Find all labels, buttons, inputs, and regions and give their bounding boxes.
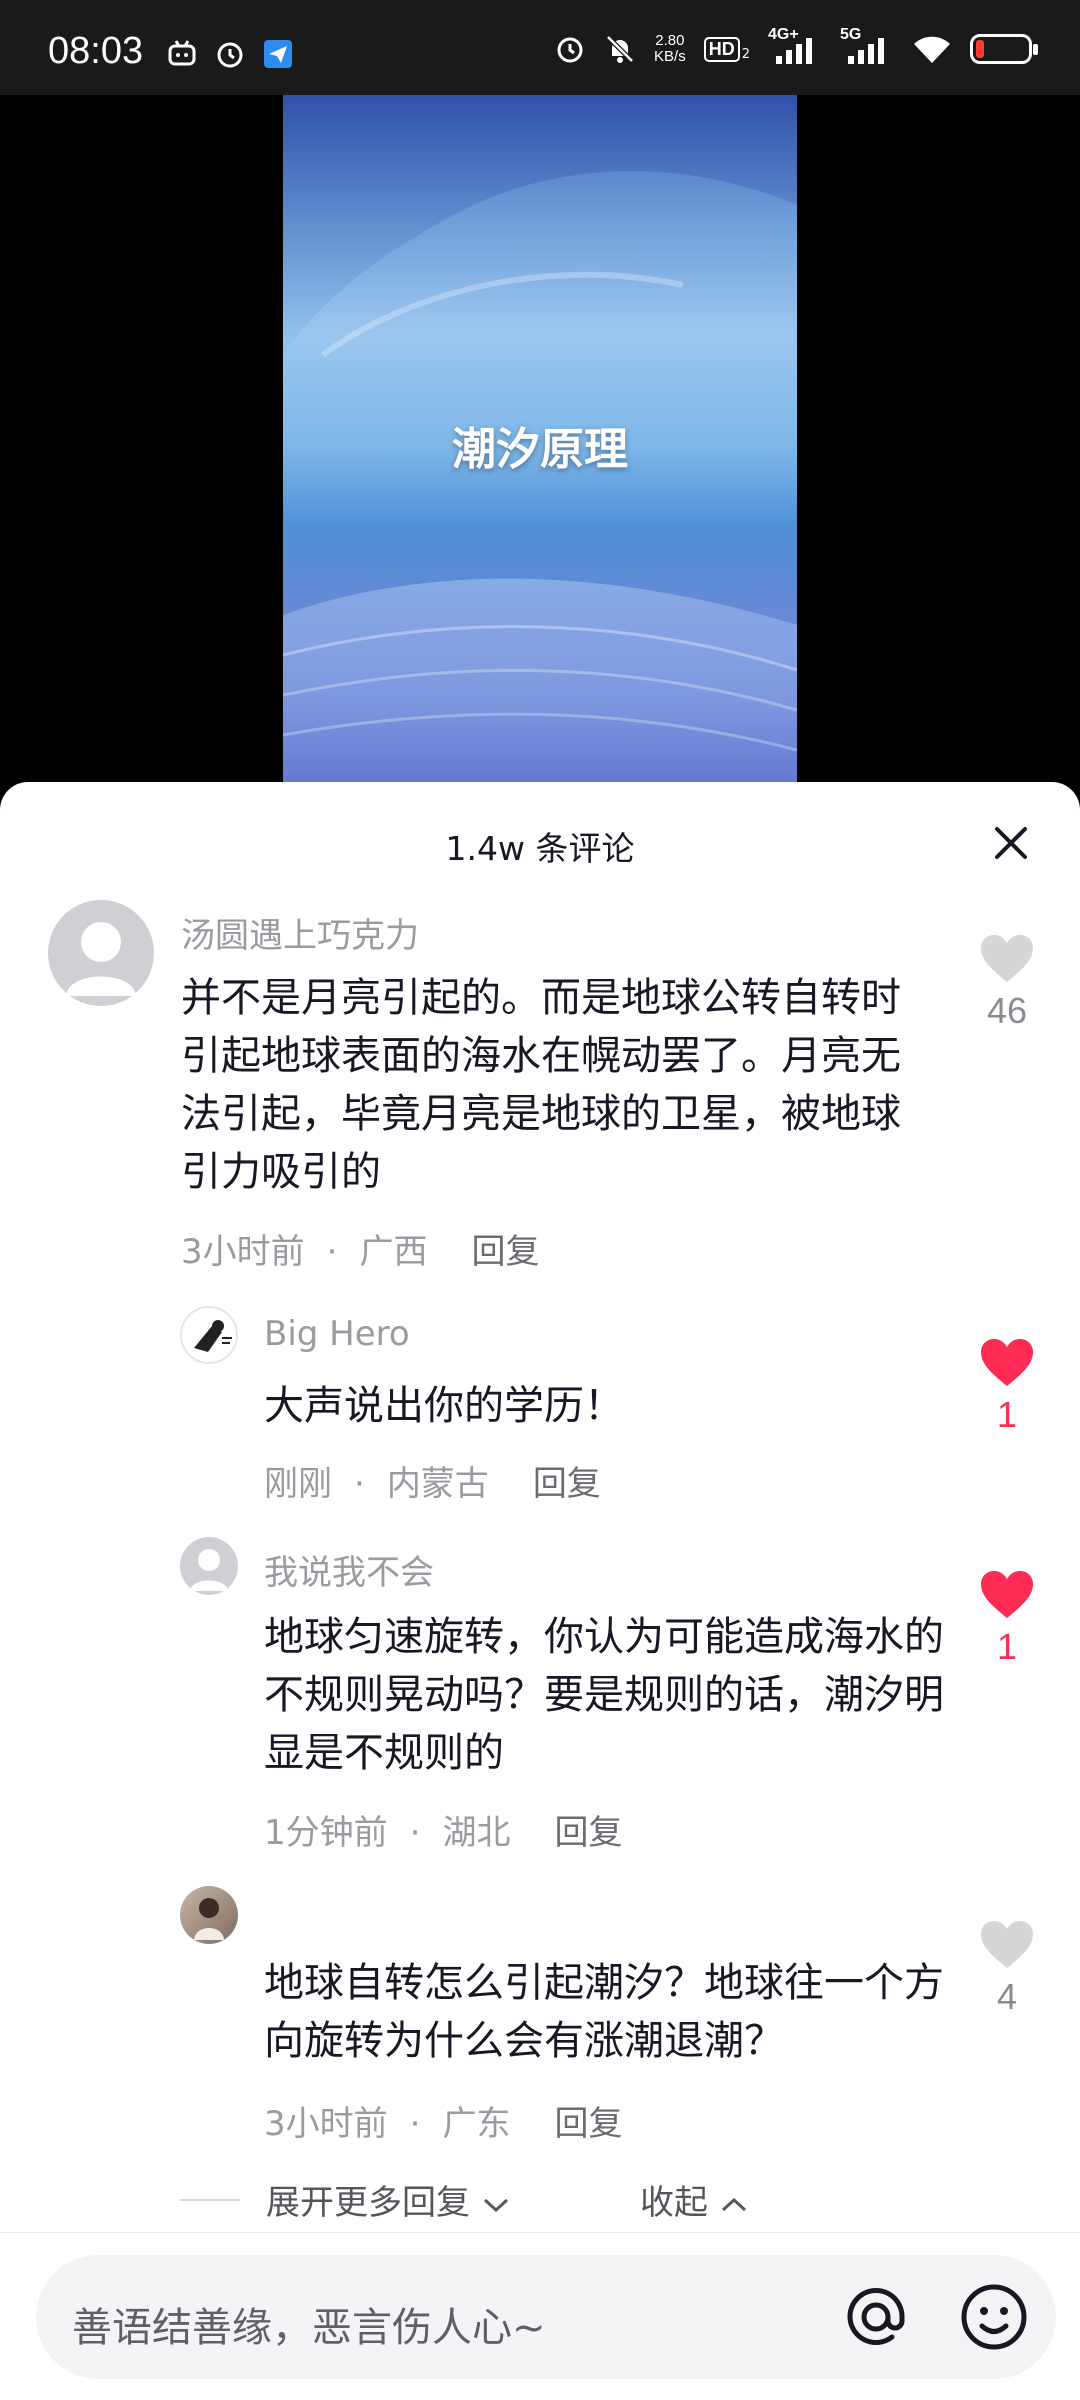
reply-location: 广东 (442, 2104, 511, 2144)
like-button[interactable]: 1 (972, 1570, 1042, 1668)
like-count: 46 (986, 990, 1028, 1031)
reply-username[interactable]: 我说我不会 (264, 1545, 434, 1594)
default-avatar-icon (190, 1549, 228, 1591)
reply-time: 刚刚 (264, 1464, 332, 1504)
reply-button[interactable]: 回复 (554, 1813, 622, 1853)
avatar[interactable] (48, 900, 154, 1006)
like-count: 4 (996, 1976, 1018, 2017)
chevron-up-icon (721, 2197, 746, 2211)
video-frame[interactable]: 潮汐原理 (283, 95, 797, 795)
expand-more-replies[interactable]: 展开更多回复 (266, 2175, 511, 2224)
divider (180, 2199, 240, 2201)
expand-more-label: 展开更多回复 (266, 2183, 470, 2223)
heart-icon (981, 935, 1033, 982)
status-bar: 08:03 2.80 KB/s HD 2 4G+ 5G (0, 0, 1080, 95)
meta-separator: · (326, 1232, 338, 1272)
alarm-icon (217, 42, 243, 68)
send-app-icon (264, 40, 292, 68)
default-avatar-icon (66, 922, 136, 996)
signal-5g: 5G (840, 26, 894, 66)
comment-input-placeholder: 善语结善缘，恶言伤人心~ (72, 2305, 546, 2351)
comment-time: 3小时前 (181, 1232, 305, 1272)
comment-input-bar: 善语结善缘，恶言伤人心~ (0, 2232, 1080, 2400)
battery-icon (970, 34, 1038, 64)
hd-sub: 2 (741, 46, 750, 62)
comment-username[interactable]: 汤圆遇上巧克力 (181, 908, 419, 957)
bilibili-icon (168, 40, 196, 66)
close-icon[interactable] (990, 822, 1032, 864)
like-count: 1 (996, 1626, 1018, 1667)
reply-button[interactable]: 回复 (554, 2104, 622, 2144)
like-button[interactable]: 46 (972, 934, 1042, 1032)
mention-at-icon[interactable] (840, 2281, 912, 2353)
like-button[interactable]: 4 (972, 1920, 1042, 2018)
status-time: 08:03 (48, 30, 144, 72)
avatar[interactable] (180, 1306, 238, 1364)
reply-username[interactable]: Big Hero (264, 1314, 410, 1354)
wifi-icon (914, 36, 950, 63)
reply-controls: 展开更多回复 收起 (180, 2175, 880, 2225)
net-speed: 2.80 KB/s (654, 33, 686, 65)
battery-level (976, 40, 984, 58)
mute-bell-icon (606, 35, 634, 63)
reply-text: 大声说出你的学历！ (264, 1383, 624, 1429)
heart-filled-icon (981, 1571, 1033, 1618)
hd-badge: HD 2 (703, 36, 750, 62)
status-left-icons (166, 38, 294, 70)
chevron-down-icon (483, 2198, 508, 2212)
comment-text: 并不是月亮引起的。而是地球公转自转时引起地球表面的海水在幌动罢了。月亮无法引起，… (181, 975, 901, 1195)
reply-time: 1分钟前 (264, 1813, 388, 1853)
reply-text: 地球自转怎么引起潮汐？地球往一个方向旋转为什么会有涨潮退潮？ (264, 1960, 944, 2064)
emoji-icon[interactable] (958, 2281, 1030, 2353)
comment-meta: 3小时前 · 广西 回复 (181, 1224, 539, 1273)
signal-4g: 4G+ (768, 26, 822, 66)
status-right-icons: 2.80 KB/s HD 2 4G+ 5G (554, 26, 1038, 66)
heart-icon (981, 1921, 1033, 1968)
collapse-label: 收起 (640, 2183, 708, 2223)
avatar[interactable] (180, 1886, 238, 1944)
video-title: 潮汐原理 (452, 424, 628, 475)
reply-location: 内蒙古 (386, 1464, 489, 1504)
comment-input[interactable]: 善语结善缘，恶言伤人心~ (36, 2255, 1056, 2379)
meta-separator: · (354, 1464, 365, 1504)
alarm-icon (557, 37, 583, 63)
reply-text: 地球匀速旋转，你认为可能造成海水的不规则晃动吗？要是规则的话，潮汐明显是不规则的 (264, 1614, 944, 1776)
reply-meta: 刚刚 · 内蒙古 回复 (264, 1456, 601, 1505)
meta-separator: · (409, 2104, 421, 2144)
net-speed-unit: KB/s (654, 48, 686, 65)
net-speed-value: 2.80 (655, 32, 685, 49)
reply-time: 3小时前 (264, 2104, 388, 2144)
hd-label: HD (703, 36, 740, 62)
like-button[interactable]: 1 (972, 1338, 1042, 1436)
avatar[interactable] (180, 1537, 238, 1595)
comment-location: 广西 (359, 1232, 428, 1272)
reply-location: 湖北 (442, 1813, 511, 1853)
meta-separator: · (409, 1813, 421, 1853)
signal-icon (776, 38, 812, 64)
like-count: 1 (996, 1394, 1018, 1435)
reply-button[interactable]: 回复 (533, 1464, 601, 1504)
signal-icon (848, 38, 884, 64)
video-player[interactable]: 潮汐原理 (0, 95, 1080, 795)
heart-filled-icon (981, 1339, 1033, 1386)
photo-avatar-icon (194, 1898, 224, 1940)
comment-count-title: 1.4w 条评论 (445, 829, 635, 868)
collapse-replies[interactable]: 收起 (640, 2175, 749, 2224)
reply-button[interactable]: 回复 (471, 1232, 539, 1272)
reply-meta: 3小时前 · 广东 回复 (264, 2096, 622, 2145)
reply-meta: 1分钟前 · 湖北 回复 (264, 1805, 622, 1854)
